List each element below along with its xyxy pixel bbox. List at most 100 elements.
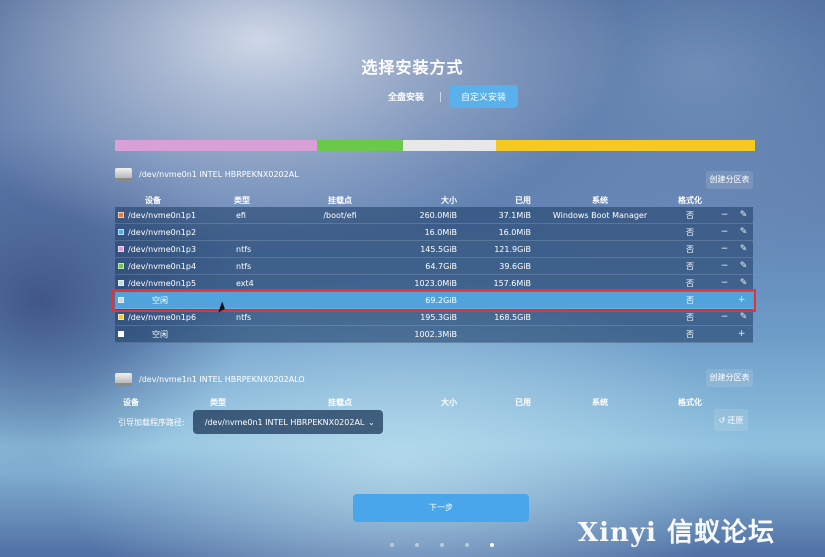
disk2-header: /dev/nvme1n1 INTEL HBRPEKNX0202ALO (115, 373, 305, 386)
usage-segment (115, 140, 317, 151)
page-dot (465, 543, 469, 547)
bootloader-select[interactable]: /dev/nvme0n1 INTEL HBRPEKNX0202AL ⌄ (192, 410, 383, 434)
header-mount: 挂载点 (328, 196, 352, 205)
remove-partition-icon[interactable]: − (721, 210, 729, 220)
type-cell: ext4 (236, 278, 254, 288)
disk2-create-partition-table-button[interactable]: 创建分区表 (706, 369, 753, 387)
size-cell: 64.7GiB (425, 261, 457, 271)
hard-drive-icon (115, 373, 132, 386)
used-cell: 157.6MiB (493, 278, 531, 288)
remove-partition-icon[interactable]: − (721, 312, 729, 322)
disk1-name: /dev/nvme0n1 INTEL HBRPEKNX0202AL (139, 170, 299, 179)
size-cell: 1002.3MiB (414, 329, 457, 339)
device-cell: /dev/nvme0n1p4 (115, 262, 210, 271)
remove-partition-icon[interactable]: − (721, 261, 729, 271)
header-format: 格式化 (678, 196, 702, 205)
page-dot (440, 543, 444, 547)
disk1-create-partition-table-button[interactable]: 创建分区表 (706, 171, 753, 189)
tab-full-disk[interactable]: 全盘安装 (380, 86, 432, 107)
undo-icon: ↺ (718, 415, 726, 425)
header-type: 类型 (234, 196, 250, 205)
partition-row[interactable]: 空闲 69.2GiB 否 + (112, 289, 756, 312)
size-cell: 145.5GiB (420, 244, 457, 254)
partition-row[interactable]: /dev/nvme0n1p4 ntfs 64.7GiB 39.6GiB 否 − ✎ (115, 258, 753, 275)
tab-custom[interactable]: 自定义安装 (449, 85, 519, 108)
size-cell: 69.2GiB (425, 295, 457, 305)
partition-row[interactable]: /dev/nvme0n1p2 16.0MiB 16.0MiB 否 − ✎ (115, 224, 753, 241)
format-cell: 否 (686, 329, 694, 339)
device-name: /dev/nvme0n1p4 (128, 261, 197, 271)
actions-cell: − ✎ (715, 261, 753, 271)
partition-color-swatch (118, 212, 124, 218)
remove-partition-icon[interactable]: − (721, 278, 729, 288)
page-dot (415, 543, 419, 547)
device-name: 空闲 (152, 329, 168, 339)
size-cell: 16.0MiB (424, 227, 457, 237)
header-mount: 挂载点 (328, 398, 352, 407)
partition-row[interactable]: /dev/nvme0n1p6 ntfs 195.3GiB 168.5GiB 否 − ✎ (115, 309, 753, 326)
partition-row[interactable]: 空闲 1002.3MiB 否 + (115, 326, 753, 343)
format-cell: 否 (686, 312, 694, 322)
partition-row[interactable]: /dev/nvme0n1p5 ext4 1023.0MiB 157.6MiB 否 − ✎ (115, 275, 753, 292)
edit-partition-icon[interactable]: ✎ (740, 227, 748, 237)
actions-cell: − ✎ (715, 244, 753, 254)
size-cell: 260.0MiB (419, 210, 457, 220)
header-size: 大小 (441, 398, 457, 407)
partition-color-swatch (118, 246, 124, 252)
format-cell: 否 (686, 278, 694, 288)
disk2-table-header: 设备 类型 挂载点 大小 已用 系统 格式化 (115, 396, 753, 409)
edit-partition-icon[interactable]: ✎ (740, 261, 748, 271)
edit-partition-icon[interactable]: ✎ (740, 210, 748, 220)
add-partition-icon[interactable]: + (738, 295, 746, 305)
disk2-name: /dev/nvme1n1 INTEL HBRPEKNX0202ALO (139, 375, 305, 384)
remove-partition-icon[interactable]: − (721, 227, 729, 237)
header-device: 设备 (123, 398, 139, 407)
chevron-down-icon: ⌄ (368, 417, 375, 427)
partition-color-swatch (118, 263, 124, 269)
device-cell: /dev/nvme0n1p6 (115, 313, 210, 322)
device-name: /dev/nvme0n1p6 (128, 312, 197, 322)
header-system: 系统 (592, 398, 608, 407)
device-cell: /dev/nvme0n1p5 (115, 279, 210, 288)
device-name: /dev/nvme0n1p3 (128, 244, 197, 254)
size-cell: 195.3GiB (420, 312, 457, 322)
add-partition-icon[interactable]: + (738, 329, 746, 339)
actions-cell: + (715, 329, 753, 339)
watermark: Xinyi 信蚁论坛 (578, 518, 775, 548)
partition-row[interactable]: /dev/nvme0n1p1 efi/boot/efi 260.0MiB 37.1Mi… (115, 207, 753, 224)
next-button[interactable]: 下一步 (353, 494, 529, 522)
header-size: 大小 (441, 196, 457, 205)
format-cell: 否 (686, 210, 694, 220)
edit-partition-icon[interactable]: ✎ (740, 278, 748, 288)
header-type: 类型 (210, 398, 226, 407)
device-name: 空闲 (152, 295, 168, 305)
device-name: /dev/nvme0n1p1 (128, 210, 197, 220)
page-indicator (390, 543, 515, 547)
page-dot (490, 543, 494, 547)
header-format: 格式化 (678, 398, 702, 407)
disk-usage-bar (115, 140, 755, 151)
edit-partition-icon[interactable]: ✎ (740, 312, 748, 322)
bootloader-path: 引导加载程序路径: /dev/nvme0n1 INTEL HBRPEKNX020… (118, 410, 383, 434)
device-cell: 空闲 (115, 295, 210, 306)
edit-partition-icon[interactable]: ✎ (740, 244, 748, 254)
bootloader-label: 引导加载程序路径: (118, 417, 185, 427)
partition-color-swatch (118, 280, 124, 286)
device-name: /dev/nvme0n1p5 (128, 278, 197, 288)
header-device: 设备 (145, 196, 161, 205)
disk1-rows: /dev/nvme0n1p1 efi/boot/efi 260.0MiB 37.1Mi… (112, 207, 756, 343)
device-cell: 空闲 (115, 329, 210, 340)
install-mode-tabs: 全盘安装 自定义安装 (380, 85, 519, 108)
format-cell: 否 (686, 244, 694, 254)
restore-button[interactable]: ↺ 还原 (714, 409, 748, 431)
device-cell: /dev/nvme0n1p3 (115, 245, 210, 254)
header-used: 已用 (515, 196, 531, 205)
partition-color-swatch (118, 314, 124, 320)
partition-row[interactable]: /dev/nvme0n1p3 ntfs 145.5GiB 121.9GiB 否 − ✎ (115, 241, 753, 258)
format-cell: 否 (686, 227, 694, 237)
usage-segment (316, 140, 403, 151)
mount-cell: /boot/efi (323, 210, 357, 220)
used-cell: 121.9GiB (494, 244, 531, 254)
device-name: /dev/nvme0n1p2 (128, 227, 197, 237)
remove-partition-icon[interactable]: − (721, 244, 729, 254)
